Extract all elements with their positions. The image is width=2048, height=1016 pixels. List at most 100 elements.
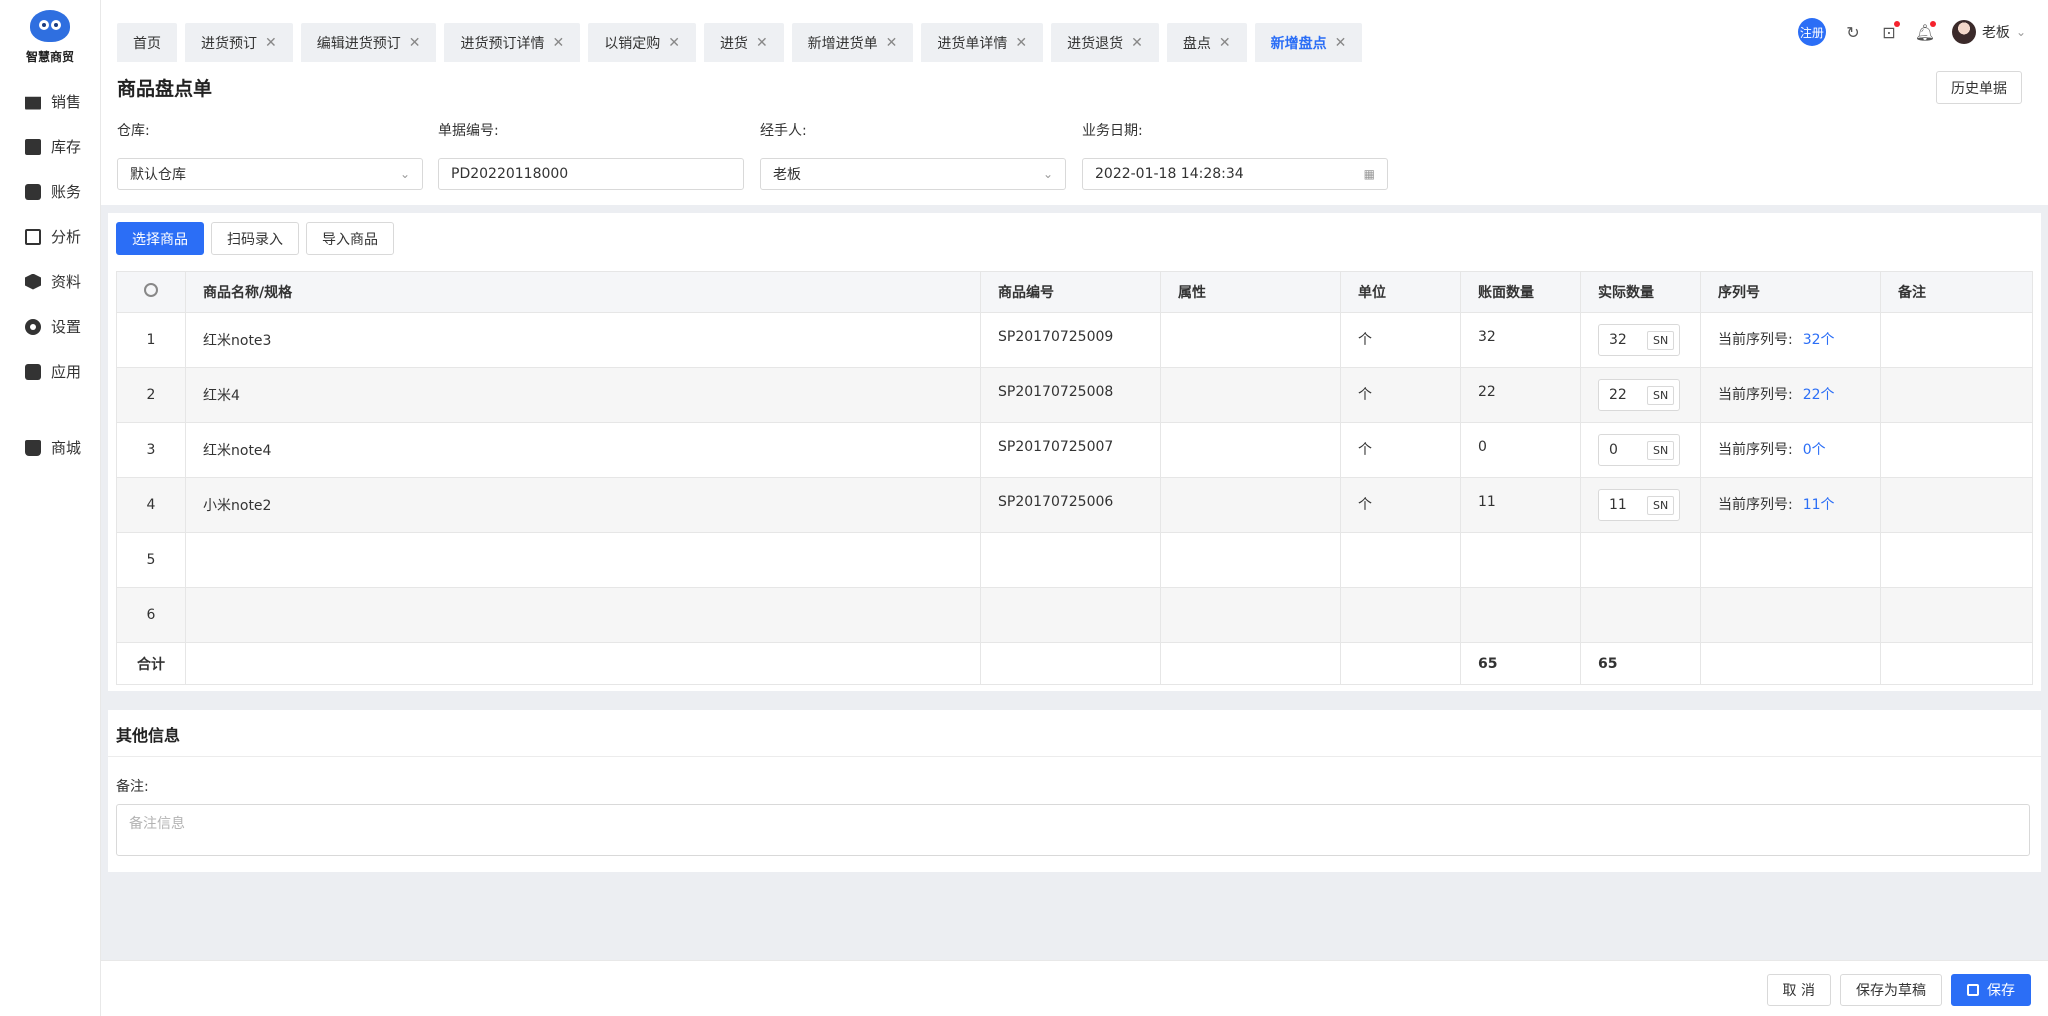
sn-button[interactable]: SN: [1647, 495, 1675, 515]
column-settings[interactable]: [116, 271, 186, 313]
table-total-row: 合计 65 65: [116, 642, 2033, 685]
goods-name[interactable]: [185, 587, 981, 643]
tab-label: 新增盘点: [1270, 35, 1327, 52]
actual-qty-input[interactable]: 32 SN: [1598, 324, 1681, 356]
close-icon[interactable]: ✕: [1131, 35, 1143, 51]
close-icon[interactable]: ✕: [265, 35, 277, 51]
close-icon[interactable]: ✕: [756, 35, 768, 51]
tab-label: 首页: [133, 35, 161, 52]
tab-edit-purchase-booking[interactable]: 编辑进货预订 ✕: [300, 23, 437, 62]
history-docs-button[interactable]: 历史单据: [1936, 71, 2022, 104]
sn-button[interactable]: SN: [1647, 385, 1675, 405]
select-goods-button[interactable]: 选择商品: [116, 222, 204, 255]
sidebar-item-settings[interactable]: 设置: [0, 304, 100, 349]
refresh-icon[interactable]: ↻: [1844, 23, 1862, 42]
goods-code: SP20170725008: [980, 367, 1161, 423]
app-logo[interactable]: 智慧商贸: [0, 0, 100, 65]
save-button[interactable]: 保存: [1951, 974, 2031, 1006]
tab-new-purchase-order[interactable]: 新增进货单 ✕: [791, 23, 914, 62]
cancel-button[interactable]: 取 消: [1766, 974, 1831, 1006]
biz-date-picker[interactable]: 2022-01-18 14:28:34 ▦: [1082, 158, 1388, 190]
serial-count-link[interactable]: 11个: [1803, 497, 1835, 513]
remark-cell[interactable]: [1880, 312, 2033, 368]
tab-new-stocktake[interactable]: 新增盘点 ✕: [1254, 23, 1363, 62]
save-draft-button[interactable]: 保存为草稿: [1840, 974, 1942, 1006]
goods-unit: 个: [1340, 422, 1461, 478]
tab-label: 编辑进货预订: [316, 35, 401, 52]
tab-purchase-order-detail[interactable]: 进货单详情 ✕: [921, 23, 1044, 62]
sidebar-item-data[interactable]: 资料: [0, 259, 100, 304]
close-icon[interactable]: ✕: [552, 35, 564, 51]
owl-logo-icon: [30, 10, 70, 42]
close-icon[interactable]: ✕: [1335, 35, 1347, 51]
close-icon[interactable]: ✕: [1015, 35, 1027, 51]
import-goods-button[interactable]: 导入商品: [306, 222, 394, 255]
goods-attr: [1160, 422, 1341, 478]
sidebar-item-mall[interactable]: 商城: [0, 425, 100, 470]
chevron-down-icon: ⌄: [2015, 25, 2026, 39]
close-icon[interactable]: ✕: [409, 35, 421, 51]
gift-icon[interactable]: ⊡: [1880, 21, 1900, 42]
sidebar-item-label: 销售: [51, 93, 82, 111]
other-info-title: 其他信息: [116, 726, 181, 745]
note-textarea[interactable]: 备注信息: [116, 804, 2030, 856]
serial-count-link[interactable]: 32个: [1803, 332, 1835, 348]
bell-icon[interactable]: 🔔︎: [1915, 21, 1936, 42]
remark-cell[interactable]: [1880, 367, 2033, 423]
handler-value: 老板: [773, 167, 801, 183]
goods-attr: [1160, 312, 1341, 368]
sidebar-item-accounts[interactable]: 账务: [0, 169, 100, 214]
actual-qty-input[interactable]: 22 SN: [1598, 379, 1681, 411]
tab-purchase-return[interactable]: 进货退货 ✕: [1051, 23, 1159, 62]
sidebar-item-inventory[interactable]: 库存: [0, 124, 100, 169]
sn-button[interactable]: SN: [1647, 330, 1675, 350]
actual-qty-input[interactable]: 0 SN: [1598, 434, 1681, 466]
register-badge[interactable]: 注册: [1797, 18, 1826, 46]
close-icon[interactable]: ✕: [668, 35, 680, 51]
serial-count-link[interactable]: 0个: [1803, 442, 1826, 458]
calendar-icon: ▦: [1363, 167, 1375, 181]
sidebar-item-apps[interactable]: 应用: [0, 349, 100, 394]
goods-name[interactable]: 红米note3: [185, 312, 981, 368]
tab-label: 进货: [719, 35, 748, 52]
goods-name[interactable]: 红米4: [185, 367, 981, 423]
scan-entry-button[interactable]: 扫码录入: [211, 222, 299, 255]
remark-cell[interactable]: [1880, 477, 2033, 533]
goods-name[interactable]: 小米note2: [185, 477, 981, 533]
close-icon[interactable]: ✕: [886, 35, 898, 51]
sidebar-item-sales[interactable]: 销售: [0, 79, 100, 124]
wallet-icon: [25, 183, 41, 200]
book-qty: 22: [1460, 367, 1581, 423]
tab-purchase[interactable]: 进货 ✕: [703, 23, 784, 62]
tab-home[interactable]: 首页: [117, 23, 177, 62]
serial-count-link[interactable]: 22个: [1803, 387, 1835, 403]
sidebar-item-analysis[interactable]: 分析: [0, 214, 100, 259]
actual-qty-input[interactable]: 11 SN: [1598, 489, 1681, 521]
save-icon: [1967, 984, 1979, 996]
gear-icon: [25, 318, 41, 335]
handler-select[interactable]: 老板 ⌄: [760, 158, 1066, 190]
biz-date-value: 2022-01-18 14:28:34: [1095, 166, 1244, 182]
tab-purchase-booking-detail[interactable]: 进货预订详情 ✕: [444, 23, 581, 62]
app-icon: [25, 363, 41, 380]
tab-purchase-by-sales[interactable]: 以销定购 ✕: [588, 23, 696, 62]
doc-number-input[interactable]: PD20220118000: [438, 158, 744, 190]
sn-button[interactable]: SN: [1647, 440, 1675, 460]
remark-cell[interactable]: [1880, 422, 2033, 478]
close-icon[interactable]: ✕: [1219, 35, 1231, 51]
tab-label: 进货单详情: [937, 35, 1008, 52]
chevron-down-icon: ⌄: [399, 167, 410, 181]
tab-label: 进货退货: [1067, 35, 1124, 52]
user-menu[interactable]: 老板 ⌄: [1951, 20, 2026, 44]
top-right-tools: 注册 ↻ ⊡ 🔔︎ 老板 ⌄: [1797, 18, 2026, 46]
avatar: [1951, 20, 1976, 44]
table-actions: 选择商品 扫码录入 导入商品: [116, 222, 394, 255]
user-name: 老板: [1981, 25, 2010, 41]
warehouse-select[interactable]: 默认仓库 ⌄: [117, 158, 423, 190]
goods-name[interactable]: 红米note4: [185, 422, 981, 478]
table-row-empty: 6: [116, 587, 2033, 643]
tab-purchase-booking[interactable]: 进货预订 ✕: [185, 23, 293, 62]
tab-stocktake[interactable]: 盘点 ✕: [1166, 23, 1247, 62]
sidebar-item-label: 设置: [51, 318, 82, 336]
goods-name[interactable]: [185, 532, 981, 588]
